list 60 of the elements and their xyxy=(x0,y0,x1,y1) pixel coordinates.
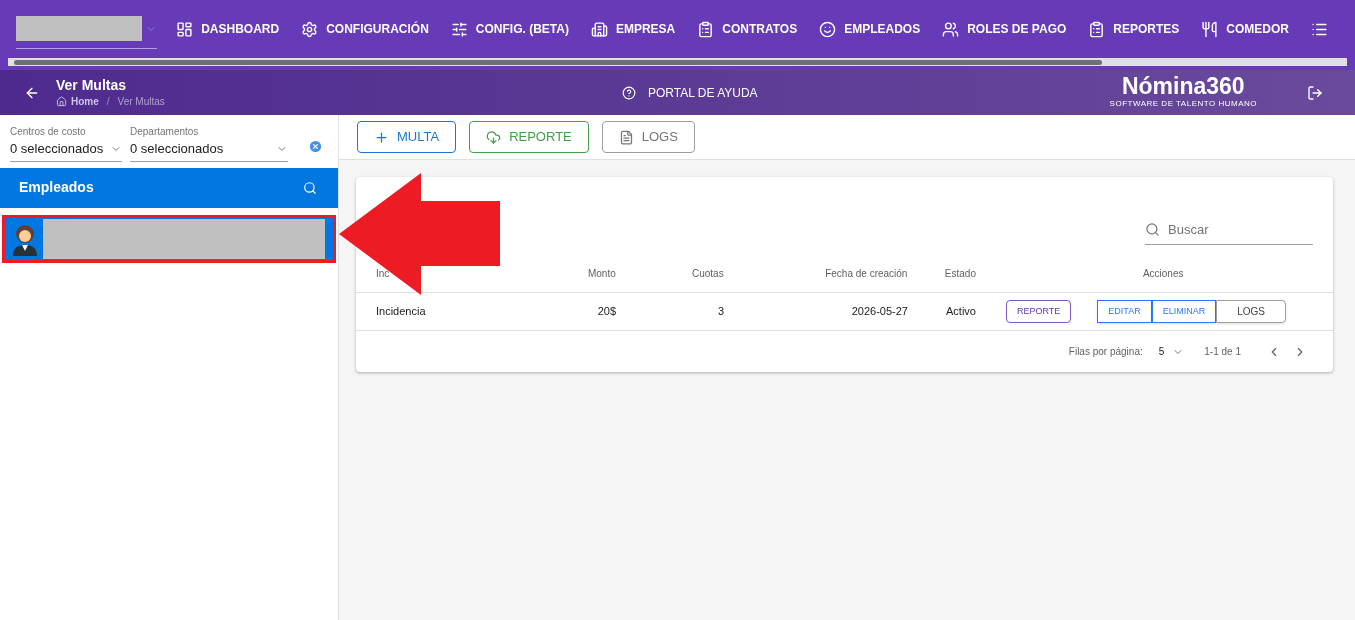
nav-item[interactable]: COMEDOR xyxy=(1190,20,1300,38)
logout-icon[interactable] xyxy=(1307,84,1323,101)
utensils-icon xyxy=(1201,20,1219,38)
building-icon xyxy=(590,20,608,38)
clipboard-icon xyxy=(1088,20,1106,38)
column-header: Acciones xyxy=(1141,267,1185,281)
search-icon[interactable] xyxy=(303,180,317,195)
filter-select[interactable]: Centros de costo 0 seleccionados xyxy=(10,124,122,162)
nav-item[interactable]: REPORTES xyxy=(1077,20,1191,38)
page-title: Ver Multas xyxy=(56,76,128,94)
nav-item[interactable]: ROLES DE PAGO xyxy=(931,20,1078,38)
logo-tagline: SOFTWARE DE TALENTO HUMANO xyxy=(1109,98,1257,110)
clear-icon[interactable] xyxy=(308,138,323,154)
dashboard-icon xyxy=(176,20,194,38)
home-icon xyxy=(56,95,67,107)
column-header: Fecha de creación xyxy=(824,267,908,281)
nav-item[interactable]: EMPRESA xyxy=(579,20,687,38)
employee-item[interactable] xyxy=(2,214,336,263)
action-button[interactable]: ELIMINAR xyxy=(1151,300,1217,323)
sliders-icon xyxy=(450,20,468,38)
scrollbar[interactable] xyxy=(8,58,1347,66)
employees-title: Empleados xyxy=(19,178,94,197)
column-header: Inc xyxy=(376,267,391,281)
action-button[interactable]: LOGS xyxy=(1216,300,1286,323)
face-icon xyxy=(819,20,837,38)
filter-select[interactable]: Departamentos 0 seleccionados xyxy=(130,124,288,162)
nav-item[interactable]: CONFIGURACIÓN xyxy=(290,20,440,38)
plus-icon xyxy=(374,129,389,145)
rows-per-page-select[interactable]: 5 xyxy=(1158,344,1185,359)
breadcrumb-separator: / xyxy=(105,94,111,109)
search-icon xyxy=(1145,221,1160,237)
people-icon xyxy=(942,20,960,38)
help-icon xyxy=(622,85,636,100)
rows-per-page-label: Filas por página: xyxy=(1068,345,1143,359)
nav-item[interactable]: DASHBOARD xyxy=(165,20,291,38)
column-header: Cuotas xyxy=(690,267,724,281)
breadcrumb-link[interactable]: Home xyxy=(71,93,99,109)
toolbar-button[interactable]: MULTA xyxy=(357,121,457,153)
action-button[interactable]: REPORTE xyxy=(1006,300,1072,323)
search-field[interactable]: Buscar xyxy=(1168,219,1298,239)
nav-item[interactable]: CONTRATOS xyxy=(686,20,809,38)
toolbar-button[interactable]: LOGS xyxy=(601,121,695,153)
table-cell-text: 2026-05-27 xyxy=(850,304,908,320)
column-header: Monto xyxy=(586,267,616,281)
nav-item[interactable]: EMPLEADOS xyxy=(808,20,932,38)
help-portal-link[interactable]: PORTAL DE AYUDA xyxy=(648,83,758,102)
gear-icon xyxy=(301,20,319,38)
clipboard-icon xyxy=(697,20,715,38)
column-header: Estado xyxy=(943,267,977,281)
logo-text: Nómina360 xyxy=(1121,75,1245,98)
table-cell-text: Activo xyxy=(945,304,977,320)
document-icon xyxy=(618,129,634,145)
cloud-download-icon xyxy=(486,129,502,145)
pagination-range: 1-1 de 1 xyxy=(1204,345,1241,359)
action-button[interactable]: EDITAR xyxy=(1097,300,1152,323)
table-cell-text: 3 xyxy=(716,304,724,320)
table-cell-text: 20$ xyxy=(596,304,616,320)
table-cell-text: Incidencia xyxy=(376,304,427,320)
breadcrumb-current: Ver Multas xyxy=(117,94,165,109)
nav-item[interactable]: CONFIG. (BETA) xyxy=(439,20,580,38)
